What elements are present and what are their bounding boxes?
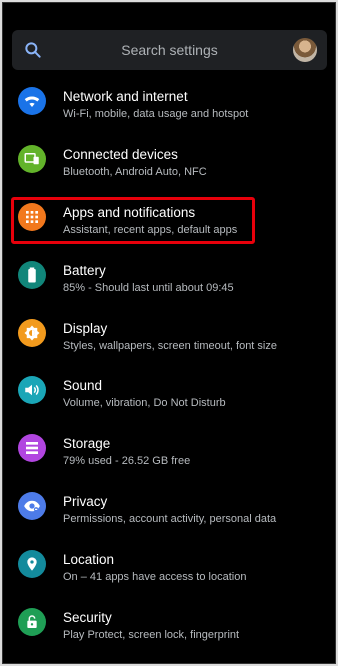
search-placeholder: Search settings	[121, 42, 218, 58]
settings-item-display[interactable]: Display Styles, wallpapers, screen timeo…	[3, 305, 335, 363]
settings-item-privacy[interactable]: Privacy Permissions, account activity, p…	[3, 478, 335, 536]
item-subtitle: Volume, vibration, Do Not Disturb	[63, 397, 226, 410]
avatar[interactable]	[293, 38, 317, 62]
item-title: Connected devices	[63, 146, 178, 162]
settings-screen: Search settings Network and internet Wi-…	[2, 2, 336, 664]
brightness-icon	[18, 318, 46, 347]
item-title: Battery	[63, 262, 106, 278]
wifi-icon	[18, 87, 46, 115]
location-pin-icon	[18, 550, 46, 579]
item-title: Location	[63, 552, 115, 568]
item-subtitle: 85% - Should last until about 09:45	[63, 281, 234, 294]
battery-icon	[18, 260, 46, 289]
item-title: Storage	[63, 436, 111, 452]
item-title: Security	[63, 610, 112, 626]
item-title: Privacy	[63, 494, 108, 510]
item-subtitle: Bluetooth, Android Auto, NFC	[63, 165, 207, 178]
settings-item-battery[interactable]: Battery 85% - Should last until about 09…	[3, 247, 335, 305]
item-title: Network and internet	[63, 89, 188, 104]
lock-icon	[18, 608, 46, 637]
item-subtitle: Wi-Fi, mobile, data usage and hotspot	[63, 108, 249, 120]
settings-item-storage[interactable]: Storage 79% used - 26.52 GB free	[3, 420, 335, 478]
item-subtitle: 79% used - 26.52 GB free	[63, 455, 191, 468]
storage-icon	[18, 434, 46, 463]
item-subtitle: Play Protect, screen lock, fingerprint	[63, 629, 240, 642]
item-subtitle: Permissions, account activity, personal …	[63, 513, 277, 526]
item-subtitle: Styles, wallpapers, screen timeout, font…	[63, 339, 277, 352]
settings-item-connected-devices[interactable]: Connected devices Bluetooth, Android Aut…	[3, 131, 335, 189]
highlight-box	[11, 197, 255, 244]
settings-item-network[interactable]: Network and internet Wi-Fi, mobile, data…	[3, 73, 335, 131]
privacy-eye-icon	[18, 492, 46, 521]
settings-item-security[interactable]: Security Play Protect, screen lock, fing…	[3, 594, 335, 652]
settings-item-location[interactable]: Location On – 41 apps have access to loc…	[3, 536, 335, 594]
connected-devices-icon	[18, 144, 46, 173]
volume-icon	[18, 376, 46, 405]
settings-item-sound[interactable]: Sound Volume, vibration, Do Not Disturb	[3, 362, 335, 420]
item-title: Sound	[63, 378, 103, 394]
search-bar[interactable]: Search settings	[12, 30, 327, 70]
item-subtitle: On – 41 apps have access to location	[63, 571, 247, 584]
item-title: Display	[63, 320, 108, 336]
settings-list: Network and internet Wi-Fi, mobile, data…	[3, 73, 335, 652]
